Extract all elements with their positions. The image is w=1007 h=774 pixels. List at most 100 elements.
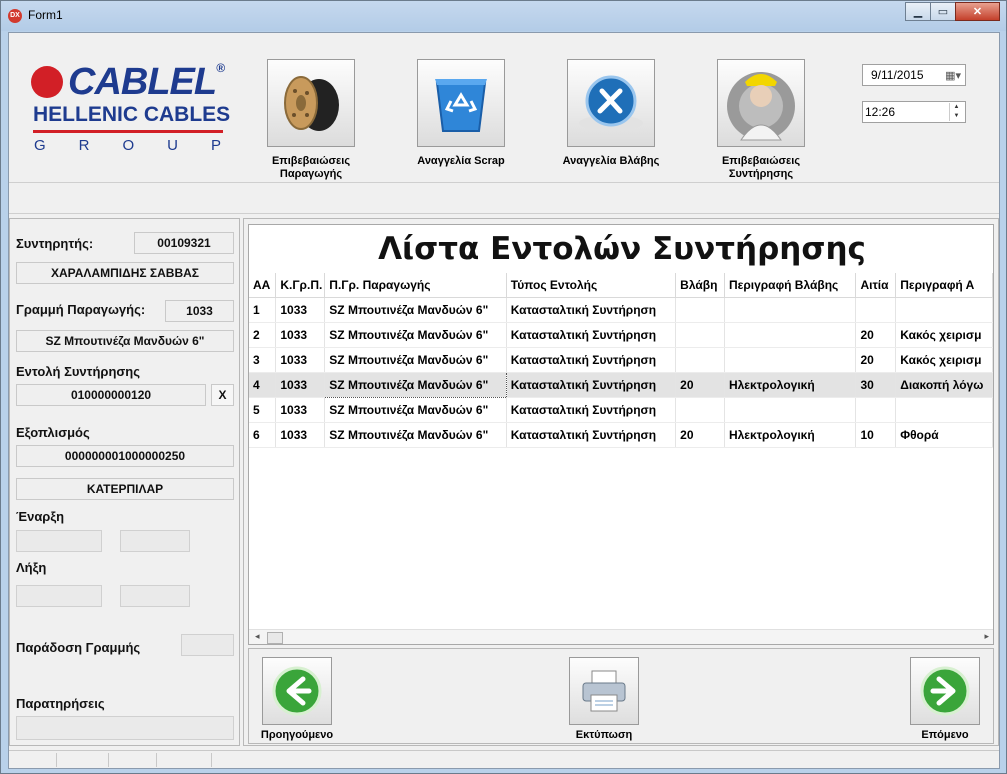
cell[interactable] (724, 297, 857, 323)
close-button[interactable]: ✕ (955, 2, 1000, 21)
cell[interactable]: SZ Μπουτινέζα Μανδυών 6" (324, 422, 507, 448)
orders-panel: Λίστα Εντολών Συντήρησης ΑΑ Κ.Γρ.Π. Π.Γρ… (243, 218, 999, 746)
clear-order-button[interactable]: X (211, 384, 234, 406)
col-header-order-type[interactable]: Τύπος Εντολής (506, 273, 677, 298)
cell[interactable]: 1033 (275, 372, 326, 398)
table-row[interactable]: 3 1033 SZ Μπουτινέζα Μανδυών 6" Κατασταλτικ… (249, 347, 993, 373)
cell[interactable] (675, 397, 725, 423)
maintenance-order-field[interactable]: 010000000120 (16, 384, 206, 406)
cell[interactable]: Κατασταλτική Συντήρηση (506, 397, 677, 423)
col-header-fault-desc[interactable]: Περιγραφή Βλάβης (724, 273, 857, 298)
table-row[interactable]: 5 1033 SZ Μπουτινέζα Μανδυών 6" Κατασταλτικ… (249, 397, 993, 423)
table-row[interactable]: 1 1033 SZ Μπουτινέζα Μανδυών 6" Κατασταλτικ… (249, 297, 993, 323)
fault-report-button[interactable] (567, 59, 655, 147)
scrap-report-button[interactable] (417, 59, 505, 147)
maintenance-confirm-button[interactable] (717, 59, 805, 147)
cell[interactable]: 6 (249, 422, 277, 448)
cell[interactable]: SZ Μπουτινέζα Μανδυών 6" (324, 397, 507, 423)
col-header-line-code[interactable]: Κ.Γρ.Π. (275, 273, 326, 298)
cell[interactable]: 1 (249, 297, 277, 323)
cell[interactable]: 5 (249, 397, 277, 423)
previous-button[interactable] (262, 657, 332, 725)
orders-table[interactable]: ΑΑ Κ.Γρ.Π. Π.Γρ. Παραγωγής Τύπος Εντολής… (249, 273, 993, 448)
cell[interactable]: SZ Μπουτινέζα Μανδυών 6" (324, 322, 507, 348)
cell[interactable]: Διακοπή λόγω (895, 372, 993, 398)
table-row-selected[interactable]: 4 1033 SZ Μπουτινέζα Μανδυών 6" Κατασταλτικ… (249, 371, 993, 398)
col-header-production-line[interactable]: Π.Γρ. Παραγωγής (324, 273, 507, 298)
start-time-field[interactable] (120, 530, 190, 552)
navigation-bar: Προηγούμενο Εκτύπωση Επόμενο (248, 648, 994, 744)
cell[interactable]: SZ Μπουτινέζα Μανδυών 6" (324, 297, 507, 323)
cell[interactable]: SZ Μπουτινέζα Μανδυών 6" (324, 347, 507, 373)
minimize-button[interactable]: ▁ (905, 2, 931, 21)
cell[interactable]: Κακός χειρισμ (895, 322, 993, 348)
end-time-field[interactable] (120, 585, 190, 607)
scroll-left-icon[interactable]: ◂ (255, 631, 260, 642)
table-row[interactable]: 2 1033 SZ Μπουτινέζα Μανδυών 6" Κατασταλτικ… (249, 322, 993, 348)
cell[interactable]: Κατασταλτική Συντήρηση (506, 297, 677, 323)
time-picker[interactable]: 12:26 ▲ ▼ (862, 101, 966, 123)
col-header-aa[interactable]: ΑΑ (249, 273, 277, 298)
cell[interactable]: 4 (249, 372, 277, 398)
line-handover-field[interactable] (181, 634, 234, 656)
col-header-cause[interactable]: Αιτία (855, 273, 897, 298)
status-panel (57, 753, 109, 767)
cell[interactable]: Κακός χειρισμ (895, 347, 993, 373)
notes-field[interactable] (16, 716, 234, 740)
cell[interactable] (895, 297, 993, 323)
table-row[interactable]: 6 1033 SZ Μπουτινέζα Μανδυών 6" Κατασταλτικ… (249, 422, 993, 448)
cell[interactable]: 30 (855, 372, 897, 398)
cell[interactable]: 20 (675, 422, 725, 448)
cell[interactable] (724, 347, 857, 373)
cell[interactable]: 1033 (275, 347, 326, 373)
cell[interactable]: 1033 (275, 397, 326, 423)
cell[interactable]: Κατασταλτική Συντήρηση (506, 372, 677, 398)
cell[interactable]: Ηλεκτρολογική (724, 372, 857, 398)
calendar-dropdown-icon[interactable]: ▦▾ (945, 69, 961, 82)
cell[interactable] (724, 322, 857, 348)
date-picker[interactable]: 9/11/2015 ▦▾ (862, 64, 966, 86)
cell[interactable]: 1033 (275, 322, 326, 348)
next-button[interactable] (910, 657, 980, 725)
time-value: 12:26 (865, 105, 896, 119)
cell[interactable]: 10 (855, 422, 897, 448)
production-confirm-button[interactable] (267, 59, 355, 147)
cell[interactable] (675, 297, 725, 323)
cell[interactable]: 20 (855, 322, 897, 348)
cell[interactable]: Φθορά (895, 422, 993, 448)
cell[interactable]: Ηλεκτρολογική (724, 422, 857, 448)
scroll-right-icon[interactable]: ▸ (984, 631, 989, 642)
cell[interactable] (724, 397, 857, 423)
cell[interactable]: Κατασταλτική Συντήρηση (506, 322, 677, 348)
company-logo: CABLEL® HELLENIC CABLES GROUP (31, 61, 231, 156)
client-area: CABLEL® HELLENIC CABLES GROUP Επιβεβαιώσ… (8, 32, 1000, 769)
spin-up-icon[interactable]: ▲ (950, 103, 963, 112)
cell[interactable] (895, 397, 993, 423)
cell[interactable]: 20 (855, 347, 897, 373)
cell[interactable] (675, 347, 725, 373)
col-header-fault[interactable]: Βλάβη (675, 273, 725, 298)
cell[interactable]: 1033 (275, 297, 326, 323)
end-date-field[interactable] (16, 585, 102, 607)
maximize-button[interactable]: ▭ (930, 2, 956, 21)
cell[interactable]: 20 (675, 372, 725, 398)
cell[interactable]: Κατασταλτική Συντήρηση (506, 422, 677, 448)
horizontal-scrollbar[interactable]: ◂ ▸ (249, 629, 993, 644)
time-spinner[interactable]: ▲ ▼ (949, 103, 963, 121)
cell[interactable]: Κατασταλτική Συντήρηση (506, 347, 677, 373)
cell-focused[interactable]: SZ Μπουτινέζα Μανδυών 6" (324, 371, 507, 398)
cell[interactable]: 1033 (275, 422, 326, 448)
start-label: Έναρξη (16, 509, 65, 524)
cell[interactable] (855, 397, 897, 423)
cell[interactable] (855, 297, 897, 323)
cell[interactable]: 2 (249, 322, 277, 348)
cell[interactable] (675, 322, 725, 348)
cell[interactable]: 3 (249, 347, 277, 373)
scroll-thumb[interactable] (267, 632, 283, 644)
print-button[interactable] (569, 657, 639, 725)
start-date-field[interactable] (16, 530, 102, 552)
col-header-cause-desc[interactable]: Περιγραφή Α (895, 273, 993, 298)
tools-icon (579, 75, 643, 131)
spin-down-icon[interactable]: ▼ (950, 112, 963, 121)
orders-grid[interactable]: Λίστα Εντολών Συντήρησης ΑΑ Κ.Γρ.Π. Π.Γρ… (248, 224, 994, 645)
